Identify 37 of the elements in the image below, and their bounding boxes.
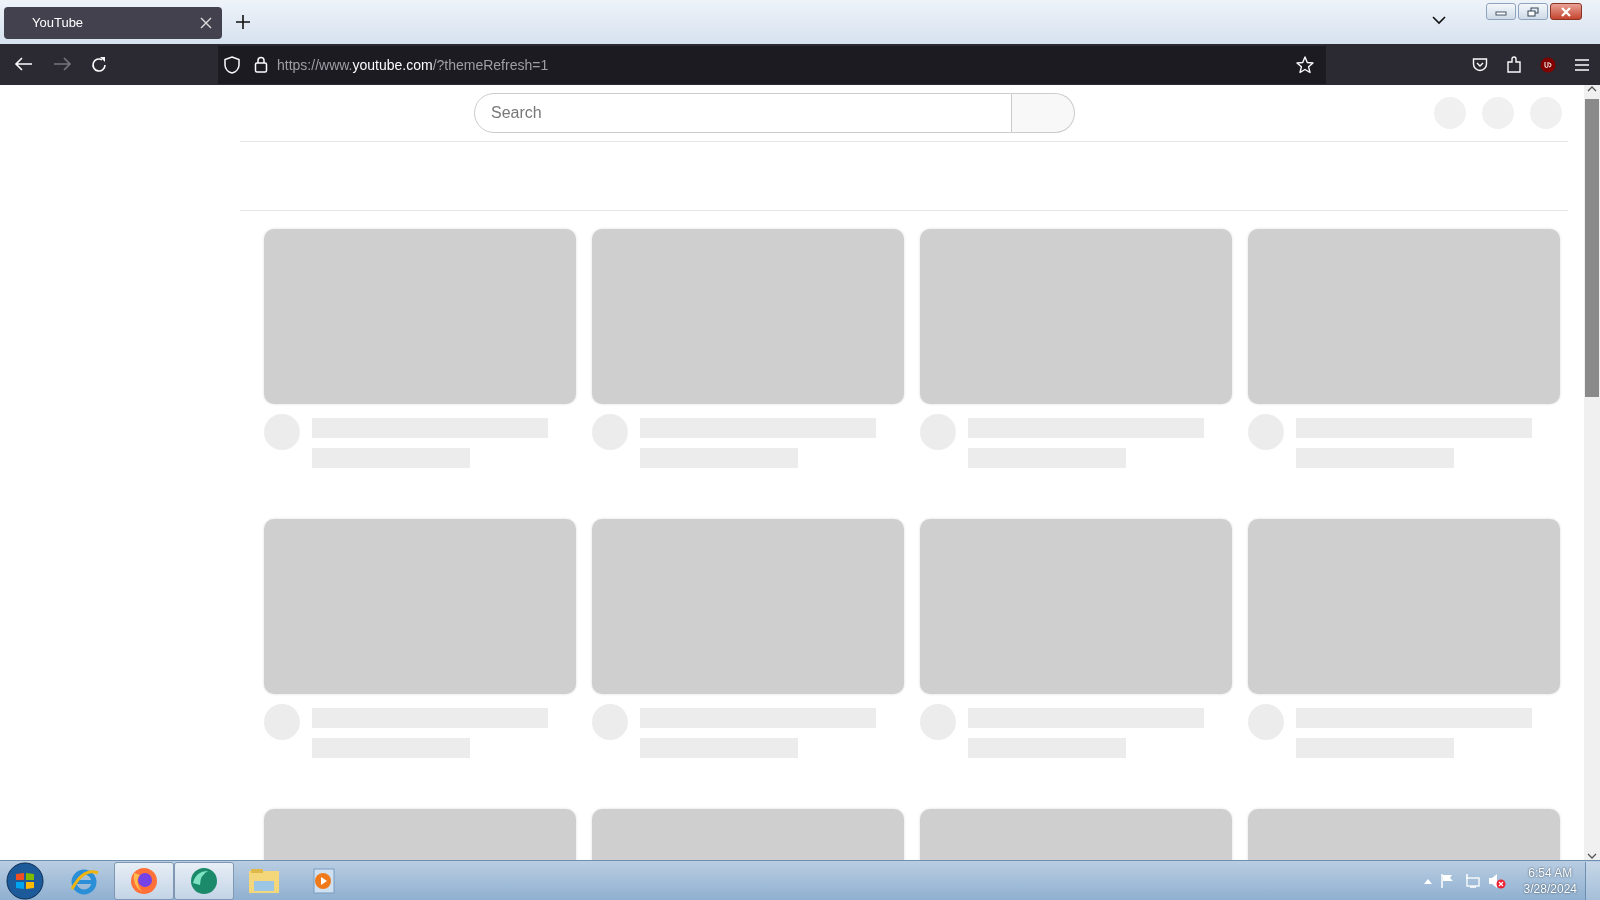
star-icon[interactable] — [1296, 55, 1314, 74]
speaker-muted-icon[interactable] — [1487, 872, 1506, 889]
scroll-down-icon[interactable] — [1587, 852, 1597, 860]
reload-icon[interactable] — [90, 55, 108, 74]
close-window-button[interactable] — [1550, 3, 1582, 20]
scroll-up-icon[interactable] — [1587, 85, 1597, 93]
shield-badge-icon[interactable] — [1540, 56, 1556, 73]
minimize-button[interactable] — [1486, 3, 1516, 20]
close-icon — [1560, 6, 1572, 17]
url-text: https://www.youtube.com/?themeRefresh=1 — [277, 56, 549, 73]
flag-icon[interactable] — [1439, 872, 1456, 889]
address-bar[interactable]: https://www.youtube.com/?themeRefresh=1 — [218, 45, 1326, 84]
puzzle-piece-icon[interactable] — [1506, 55, 1522, 74]
scrollbar[interactable] — [1584, 85, 1600, 860]
clock-date: 3/28/2024 — [1523, 880, 1577, 897]
chevron-down-icon[interactable] — [1432, 15, 1446, 25]
plus-icon[interactable] — [236, 15, 250, 29]
start-button-icon[interactable] — [6, 861, 44, 900]
forward-arrow-icon[interactable] — [52, 55, 72, 72]
pocket-icon[interactable] — [1472, 56, 1488, 73]
show-hidden-icons-icon[interactable] — [1423, 877, 1432, 884]
close-icon[interactable] — [200, 16, 212, 29]
lock-icon — [254, 56, 268, 73]
restore-button[interactable] — [1518, 3, 1548, 20]
shield-icon[interactable] — [224, 55, 240, 74]
scrollbar-thumb[interactable] — [1585, 99, 1599, 397]
back-arrow-icon[interactable] — [14, 55, 34, 72]
taskbar-button[interactable] — [174, 861, 234, 900]
tab-title: YouTube — [32, 15, 84, 30]
taskbar-button[interactable] — [114, 861, 174, 900]
clock-time: 6:54 AM — [1528, 864, 1573, 881]
search-field[interactable]: Search — [474, 93, 1012, 133]
media-player-icon[interactable] — [310, 865, 338, 896]
restore-icon — [1527, 6, 1539, 17]
network-icon[interactable] — [1463, 872, 1480, 889]
menu-icon[interactable] — [1574, 57, 1590, 72]
browser-tab[interactable]: YouTube — [4, 6, 222, 39]
